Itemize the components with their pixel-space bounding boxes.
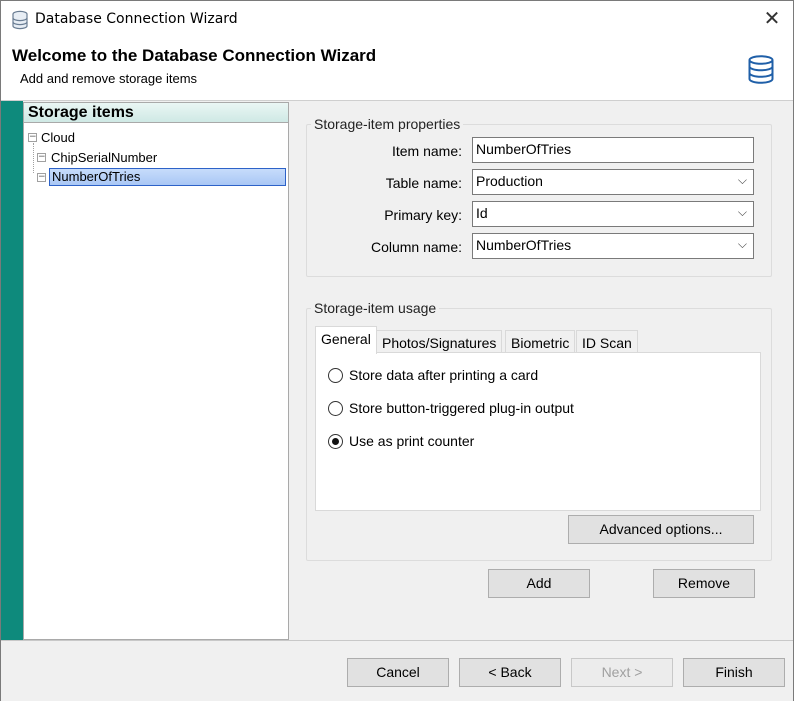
storage-items-tree[interactable]: Storage items − Cloud − ChipSerialNumber…	[23, 102, 289, 640]
properties-group-label: Storage-item properties	[311, 116, 464, 132]
wizard-body: Storage items − Cloud − ChipSerialNumber…	[1, 101, 793, 640]
cancel-button[interactable]: Cancel	[347, 658, 449, 687]
tree-node-chipserialnumber[interactable]: ChipSerialNumber	[51, 150, 157, 165]
collapse-icon[interactable]: −	[28, 133, 37, 142]
table-name-select[interactable]: Production ⌵	[472, 169, 754, 195]
option-label: Store data after printing a card	[349, 367, 539, 383]
tab-general[interactable]: General	[315, 326, 377, 354]
primary-key-value: Id	[476, 205, 488, 221]
tree-connector	[33, 143, 34, 173]
advanced-options-button[interactable]: Advanced options...	[568, 515, 754, 544]
tree-heading: Storage items	[24, 103, 288, 123]
window-title: Database Connection Wizard	[35, 11, 238, 27]
wizard-header: Welcome to the Database Connection Wizar…	[1, 37, 793, 101]
primary-key-select[interactable]: Id ⌵	[472, 201, 754, 227]
wizard-footer: Cancel < Back Next > Finish	[1, 640, 793, 701]
collapse-icon[interactable]: −	[37, 173, 46, 182]
tab-biometric[interactable]: Biometric	[505, 330, 576, 354]
radio-button[interactable]	[328, 401, 343, 416]
column-name-label: Column name:	[370, 239, 462, 255]
usage-group-label: Storage-item usage	[311, 300, 440, 316]
general-tab-page: Store data after printing a card Store b…	[315, 352, 761, 511]
add-button[interactable]: Add	[488, 569, 590, 598]
tree-node-numberoftries[interactable]: NumberOfTries	[49, 168, 286, 186]
table-name-label: Table name:	[385, 175, 462, 191]
primary-key-label: Primary key:	[384, 207, 462, 223]
page-subtitle: Add and remove storage items	[20, 71, 198, 86]
tab-photos-signatures[interactable]: Photos/Signatures	[376, 330, 503, 354]
column-name-value: NumberOfTries	[476, 237, 572, 253]
chevron-down-icon: ⌵	[737, 205, 747, 219]
item-name-field[interactable]: NumberOfTries	[472, 137, 754, 163]
remove-button[interactable]: Remove	[653, 569, 755, 598]
accent-stripe	[1, 101, 23, 640]
chevron-down-icon: ⌵	[737, 237, 747, 251]
page-title: Welcome to the Database Connection Wizar…	[12, 46, 377, 65]
table-name-value: Production	[476, 173, 543, 189]
close-icon[interactable]: ✕	[761, 7, 783, 29]
wizard-window: Database Connection Wizard ✕ Welcome to …	[0, 0, 794, 701]
option-label: Use as print counter	[349, 433, 475, 449]
database-icon	[11, 10, 29, 34]
collapse-icon[interactable]: −	[37, 153, 46, 162]
tab-id-scan[interactable]: ID Scan	[576, 330, 638, 354]
item-name-label: Item name:	[391, 143, 462, 159]
chevron-down-icon: ⌵	[737, 173, 747, 187]
database-icon	[747, 55, 775, 89]
next-button[interactable]: Next >	[571, 658, 673, 687]
option-label: Store button-triggered plug-in output	[349, 400, 574, 416]
tree-heading-label: Storage items	[28, 104, 134, 121]
tree-node-cloud[interactable]: Cloud	[41, 130, 75, 145]
column-name-select[interactable]: NumberOfTries ⌵	[472, 233, 754, 259]
back-button[interactable]: < Back	[459, 658, 561, 687]
title-bar: Database Connection Wizard ✕	[1, 1, 793, 37]
radio-button[interactable]	[328, 368, 343, 383]
finish-button[interactable]: Finish	[683, 658, 785, 687]
radio-button-checked[interactable]	[328, 434, 343, 449]
